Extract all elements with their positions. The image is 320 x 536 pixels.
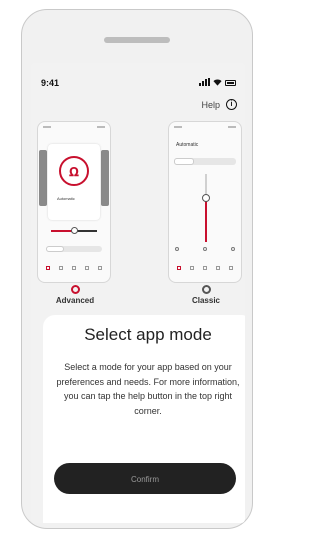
mini-segmented-control xyxy=(174,158,236,165)
battery-icon xyxy=(225,80,236,86)
speaker-grille xyxy=(104,37,170,43)
radio-selected-icon[interactable] xyxy=(70,285,80,294)
confirm-button[interactable]: Confirm xyxy=(54,463,236,494)
mini-control-icons xyxy=(175,247,235,251)
classic-mode-label: Classic xyxy=(191,296,221,305)
radio-unselected-icon[interactable] xyxy=(201,285,211,294)
status-icons xyxy=(199,78,236,86)
program-card: ꭥ Automatic xyxy=(48,144,100,220)
hearing-aid-left-image xyxy=(39,150,47,206)
mini-status-bar xyxy=(174,126,236,130)
info-icon: i xyxy=(226,99,237,110)
mode-selection-panel: Select app mode Select a mode for your a… xyxy=(43,315,245,523)
volume-slider xyxy=(202,174,210,242)
signal-icon xyxy=(199,78,210,86)
panel-title: Select app mode xyxy=(84,325,212,344)
mini-tab-bar xyxy=(41,266,107,276)
help-button[interactable]: Help i xyxy=(201,99,237,110)
status-bar: 9:41 xyxy=(31,63,245,93)
mini-status-bar xyxy=(43,126,105,130)
classic-mode-option[interactable]: Classic xyxy=(176,285,236,305)
wifi-icon xyxy=(213,79,222,86)
advanced-mode-label: Advanced xyxy=(55,296,95,305)
mini-tab-bar xyxy=(172,266,238,276)
program-logo-icon: ꭥ xyxy=(59,156,89,186)
advanced-mode-option[interactable]: Advanced xyxy=(45,285,105,305)
help-label: Help xyxy=(201,99,220,110)
phone-frame: 9:41 Help i ꭥ Automatic Automatic Advanc… xyxy=(21,9,253,529)
panel-description: Select a mode for your app based on your… xyxy=(56,362,240,416)
hearing-aid-right-image xyxy=(101,150,109,206)
app-screen: 9:41 Help i ꭥ Automatic Automatic Advanc… xyxy=(31,63,245,523)
volume-slider xyxy=(51,227,97,234)
classic-mode-preview[interactable]: Automatic xyxy=(168,121,242,283)
program-name: Automatic xyxy=(176,142,199,148)
status-time: 9:41 xyxy=(41,78,60,88)
program-name: Automatic xyxy=(57,196,75,201)
advanced-mode-preview[interactable]: ꭥ Automatic xyxy=(37,121,111,283)
mini-segmented-control xyxy=(46,246,102,252)
